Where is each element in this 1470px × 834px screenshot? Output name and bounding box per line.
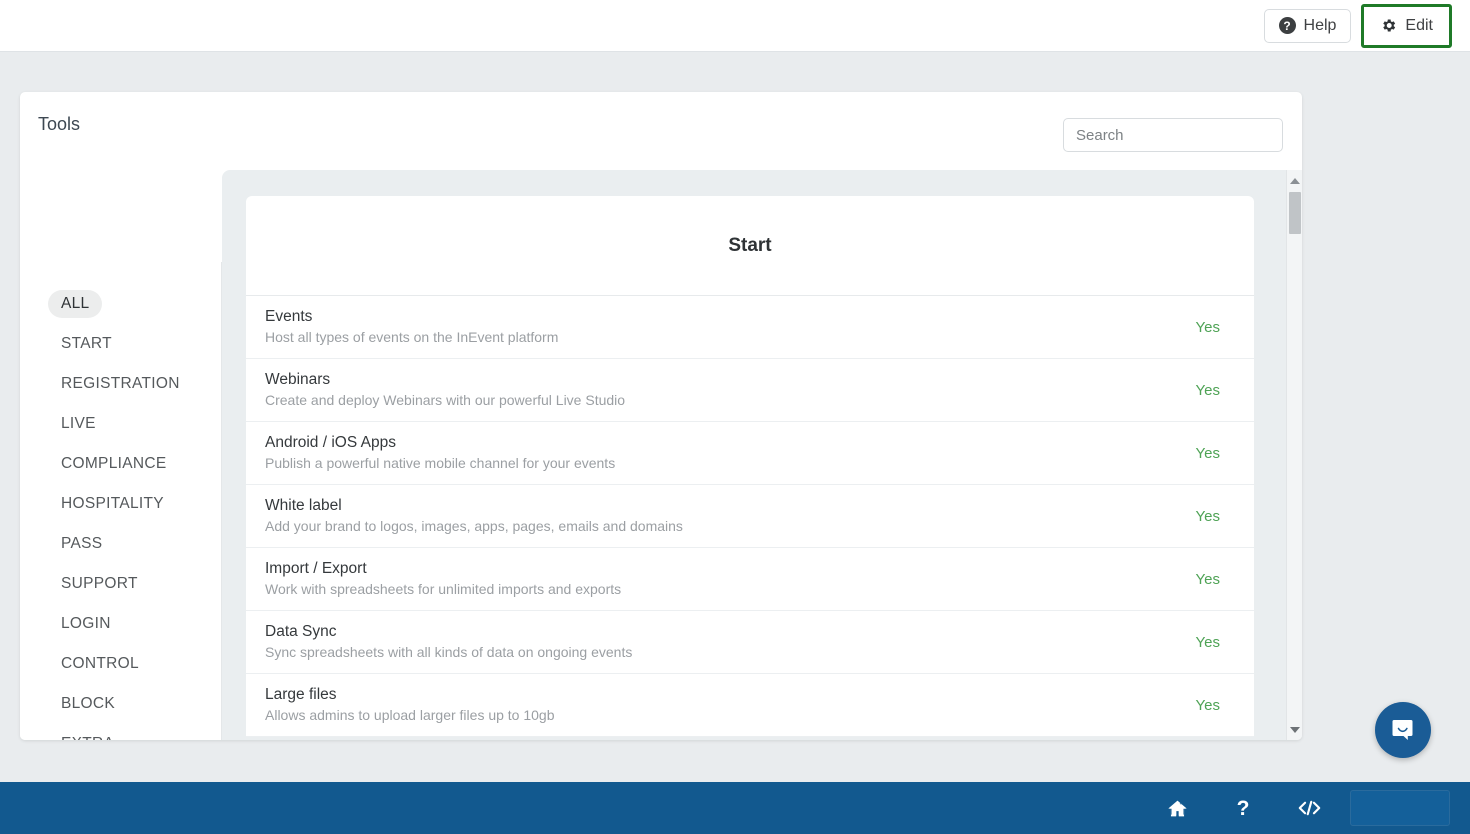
table-row[interactable]: Android / iOS Apps Publish a powerful na…	[246, 422, 1254, 485]
table-row[interactable]: Import / Export Work with spreadsheets f…	[246, 548, 1254, 611]
table-row[interactable]: Large files Allows admins to upload larg…	[246, 674, 1254, 737]
home-button[interactable]	[1144, 782, 1210, 834]
tool-name: Events	[265, 307, 313, 325]
sidebar-item-hospitality[interactable]: HOSPITALITY	[20, 484, 221, 524]
row-texts: Webinars Create and deploy Webinars with…	[265, 370, 1196, 410]
bottom-bar: ?	[0, 782, 1470, 834]
tool-name: Android / iOS Apps	[265, 433, 396, 451]
chevron-down-icon[interactable]	[1287, 721, 1302, 738]
sidebar-item-label: PASS	[61, 535, 103, 552]
row-texts: Events Host all types of events on the I…	[265, 307, 1196, 347]
question-circle-icon: ?	[1278, 17, 1296, 34]
sidebar-item-label: REGISTRATION	[61, 375, 180, 392]
bottom-bar-panel[interactable]	[1350, 790, 1450, 826]
row-texts: Large files Allows admins to upload larg…	[265, 685, 1196, 725]
sidebar-item-label: CONTROL	[61, 655, 139, 672]
sidebar-item-extra[interactable]: EXTRA	[20, 724, 221, 740]
tool-description: Work with spreadsheets for unlimited imp…	[265, 581, 622, 598]
table-row[interactable]: Events Host all types of events on the I…	[246, 296, 1254, 359]
category-sidebar: ALL START REGISTRATION LIVE COMPLIANCE H…	[20, 262, 222, 740]
table-row[interactable]: Webinars Create and deploy Webinars with…	[246, 359, 1254, 422]
tool-description: Create and deploy Webinars with our powe…	[265, 392, 626, 409]
sidebar-item-label: BLOCK	[61, 695, 116, 712]
sidebar-item-pass[interactable]: PASS	[20, 524, 221, 564]
help-shortcut-button[interactable]: ?	[1210, 782, 1276, 834]
edit-button[interactable]: Edit	[1366, 8, 1447, 43]
row-texts: White label Add your brand to logos, ima…	[265, 496, 1196, 536]
tools-list-scrollbar[interactable]	[1286, 170, 1302, 740]
tool-name: White label	[265, 496, 342, 514]
search-input[interactable]	[1063, 118, 1283, 152]
sidebar-item-label: COMPLIANCE	[61, 455, 167, 472]
table-row[interactable]: Data Sync Sync spreadsheets with all kin…	[246, 611, 1254, 674]
tool-description: Add your brand to logos, images, apps, p…	[265, 518, 683, 535]
intercom-launcher-button[interactable]	[1375, 702, 1431, 758]
help-button[interactable]: ? Help	[1263, 8, 1352, 43]
row-texts: Data Sync Sync spreadsheets with all kin…	[265, 622, 1196, 662]
code-icon	[1298, 800, 1320, 816]
top-bar: ? Help Edit	[0, 0, 1470, 52]
row-texts: Android / iOS Apps Publish a powerful na…	[265, 433, 1196, 473]
sidebar-item-block[interactable]: BLOCK	[20, 684, 221, 724]
home-icon	[1167, 800, 1187, 816]
tools-section-header: Start	[246, 196, 1254, 296]
tool-name: Webinars	[265, 370, 331, 388]
sidebar-item-live[interactable]: LIVE	[20, 404, 221, 444]
sidebar-item-label: LIVE	[61, 415, 96, 432]
sidebar-item-label: HOSPITALITY	[61, 495, 164, 512]
scrollbar-thumb[interactable]	[1289, 192, 1301, 234]
tool-name: Data Sync	[265, 622, 337, 640]
tool-description: Host all types of events on the InEvent …	[265, 329, 559, 346]
sidebar-item-label: SUPPORT	[61, 575, 138, 592]
tools-card: Tools ALL START REGISTRATION LIVE COMPLI…	[20, 92, 1302, 740]
help-button-label: Help	[1303, 16, 1337, 34]
tools-section-title: Start	[728, 234, 772, 256]
gear-icon	[1380, 17, 1397, 34]
tool-value[interactable]: Yes	[1196, 508, 1232, 525]
tool-name: Large files	[265, 685, 337, 703]
tool-value[interactable]: Yes	[1196, 319, 1232, 336]
tool-value[interactable]: Yes	[1196, 445, 1232, 462]
sidebar-item-compliance[interactable]: COMPLIANCE	[20, 444, 221, 484]
tool-value[interactable]: Yes	[1196, 382, 1232, 399]
tool-value[interactable]: Yes	[1196, 697, 1232, 714]
sidebar-item-support[interactable]: SUPPORT	[20, 564, 221, 604]
chat-bubble-icon	[1392, 720, 1413, 740]
tool-description: Sync spreadsheets with all kinds of data…	[265, 644, 633, 661]
sidebar-item-start[interactable]: START	[20, 324, 221, 364]
sidebar-item-label: EXTRA	[48, 730, 127, 740]
chevron-up-icon[interactable]	[1287, 172, 1302, 189]
tool-value[interactable]: Yes	[1196, 571, 1232, 588]
table-row[interactable]: White label Add your brand to logos, ima…	[246, 485, 1254, 548]
sidebar-item-all[interactable]: ALL	[20, 284, 221, 324]
row-texts: Import / Export Work with spreadsheets f…	[265, 559, 1196, 599]
tool-value[interactable]: Yes	[1196, 634, 1232, 651]
edit-button-highlight: Edit	[1361, 3, 1452, 48]
tools-list-card: Start Events Host all types of events on…	[246, 196, 1254, 737]
developer-code-button[interactable]	[1276, 782, 1342, 834]
edit-button-label: Edit	[1405, 16, 1433, 34]
question-mark-icon: ?	[1236, 796, 1250, 820]
tool-description: Publish a powerful native mobile channel…	[265, 455, 616, 472]
sidebar-item-control[interactable]: CONTROL	[20, 644, 221, 684]
tool-description: Allows admins to upload larger files up …	[265, 707, 555, 724]
sidebar-item-label: ALL	[48, 290, 103, 318]
sidebar-item-registration[interactable]: REGISTRATION	[20, 364, 221, 404]
page-title: Tools	[38, 114, 81, 134]
tool-name: Import / Export	[265, 559, 367, 577]
sidebar-item-login[interactable]: LOGIN	[20, 604, 221, 644]
sidebar-item-label: LOGIN	[61, 615, 111, 632]
sidebar-item-label: START	[61, 335, 112, 352]
tools-panel: Start Events Host all types of events on…	[222, 170, 1302, 740]
